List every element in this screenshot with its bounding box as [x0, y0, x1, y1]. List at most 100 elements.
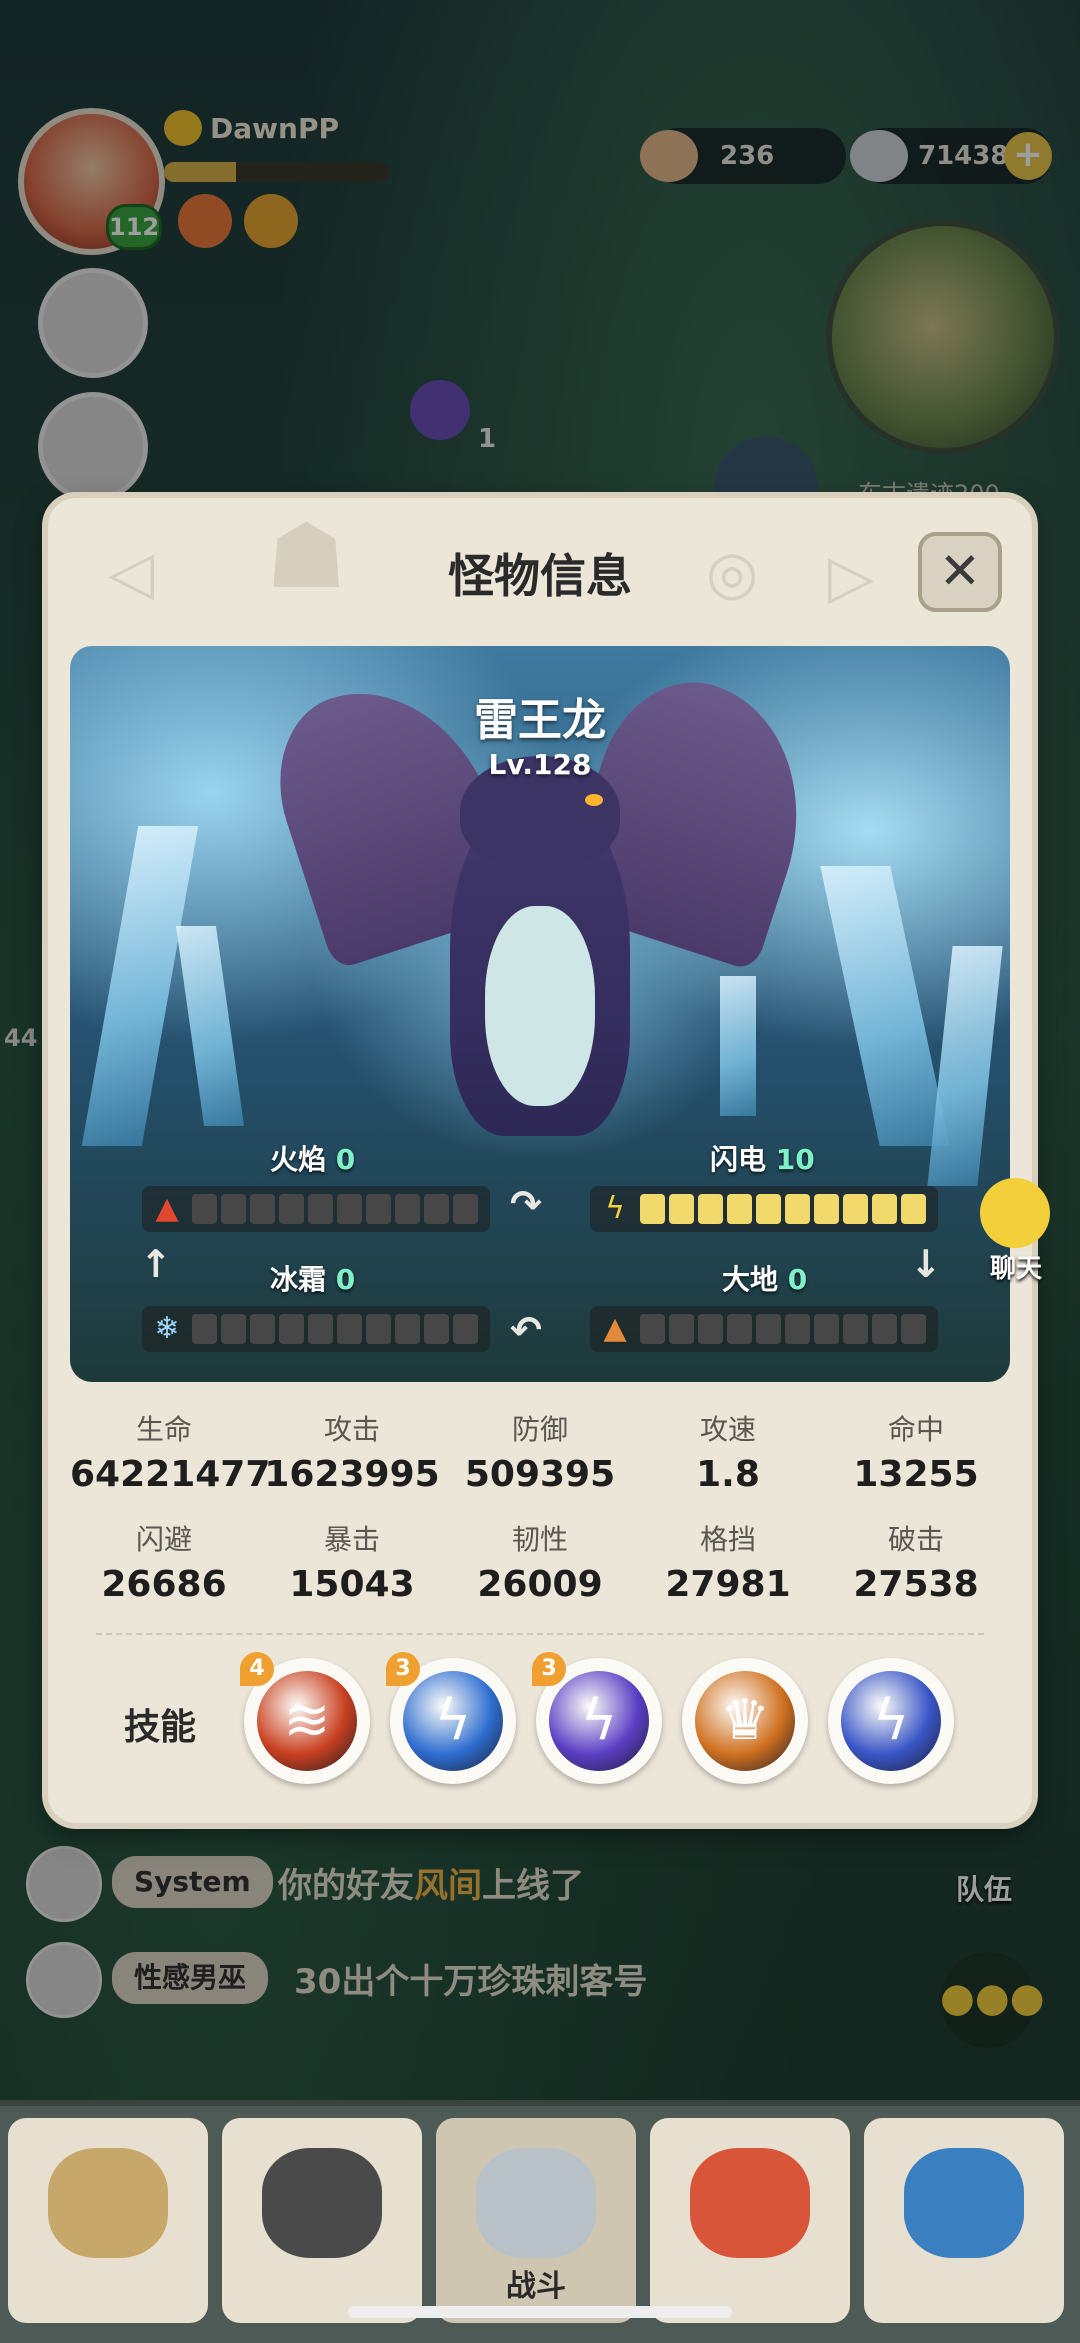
monster-info-modal: ◁ ☗ ◎ ▷ 怪物信息 ✕ 雷王龙 Lv.128 火焰 0 闪电 10 冰霜 …: [48, 498, 1032, 1823]
element-segment: [843, 1314, 868, 1344]
element-segment: [308, 1194, 333, 1224]
nav-item[interactable]: [222, 2118, 422, 2323]
stat-value: 509395: [464, 1454, 616, 1495]
skills-label: 技能: [124, 1707, 197, 1748]
element-segment: [872, 1194, 897, 1224]
cycle-arrow-icon: ↷: [510, 1182, 542, 1226]
element-segment: [640, 1194, 665, 1224]
stat-value: 26686: [101, 1564, 227, 1605]
element-segment: [337, 1194, 362, 1224]
fire-element-label: 火焰 0: [270, 1143, 356, 1176]
element-segment: [250, 1194, 275, 1224]
stat-item: 攻速 1.8: [634, 1408, 822, 1495]
element-segment: [424, 1314, 449, 1344]
skill-slot[interactable]: ♛: [682, 1658, 808, 1784]
element-segment: [366, 1314, 391, 1344]
stat-value: 1623995: [264, 1454, 440, 1495]
element-segment: [901, 1314, 926, 1344]
element-segment: [698, 1194, 723, 1224]
element-segment: [640, 1314, 665, 1344]
element-segment: [279, 1314, 304, 1344]
element-segment: [698, 1314, 723, 1344]
stat-item: 攻击 1623995: [258, 1408, 446, 1495]
element-segment: [279, 1194, 304, 1224]
stat-label: 防御: [511, 1413, 568, 1446]
skill-level-badge: 3: [386, 1652, 420, 1686]
stat-item: 闪避 26686: [70, 1518, 258, 1605]
stat-item: 破击 27538: [822, 1518, 1010, 1605]
skill-level-badge: 3: [532, 1652, 566, 1686]
skill-level-badge: 4: [240, 1652, 274, 1686]
close-button[interactable]: ✕: [918, 532, 1002, 612]
element-segment: [814, 1194, 839, 1224]
snowflake-icon: ❄: [154, 1311, 180, 1346]
crystal: [81, 826, 199, 1146]
stat-item: 命中 13255: [822, 1408, 1010, 1495]
frost-element-label: 冰霜 0: [270, 1263, 356, 1296]
skill-slot[interactable]: ϟ3: [532, 1652, 662, 1784]
crystal: [175, 926, 245, 1126]
element-segment: [785, 1194, 810, 1224]
element-segment: [669, 1314, 694, 1344]
dragon-eye: [585, 794, 603, 806]
cycle-arrow-icon: ↑: [140, 1242, 172, 1286]
element-segment: [453, 1194, 478, 1224]
stat-value: 27981: [665, 1564, 791, 1605]
crown-spike-icon: ♛: [695, 1671, 795, 1771]
stat-value: 13255: [853, 1454, 979, 1495]
skill-slot[interactable]: ≋ 4: [240, 1652, 370, 1784]
monster-level: Lv.128: [488, 748, 592, 781]
element-segment: [814, 1314, 839, 1344]
element-segment: [192, 1314, 217, 1344]
element-segment: [221, 1194, 246, 1224]
stat-label: 破击: [887, 1523, 944, 1556]
shop-icon: [904, 2148, 1024, 2258]
element-segment: [727, 1194, 752, 1224]
earth-element-bar: ▲: [590, 1306, 938, 1352]
dragon-belly: [485, 906, 595, 1106]
element-segment: [366, 1194, 391, 1224]
stat-label: 暴击: [323, 1523, 380, 1556]
stat-item: 防御 509395: [446, 1408, 634, 1495]
cycle-arrow-icon: ↶: [510, 1308, 542, 1352]
stat-label: 命中: [887, 1413, 944, 1446]
element-segment: [785, 1314, 810, 1344]
element-segment: [727, 1314, 752, 1344]
stat-item: 韧性 26009: [446, 1518, 634, 1605]
crystal: [720, 976, 756, 1116]
nav-item[interactable]: [8, 2118, 208, 2323]
chat-float-button[interactable]: 聊天: [976, 1178, 1056, 1285]
skill-slot[interactable]: ϟ: [828, 1658, 954, 1784]
stat-value: 64221477: [70, 1454, 271, 1495]
element-segment: [756, 1314, 781, 1344]
stat-item: 暴击 15043: [258, 1518, 446, 1605]
element-segment: [395, 1194, 420, 1224]
element-segment: [221, 1314, 246, 1344]
stat-value: 26009: [477, 1564, 603, 1605]
stat-value: 15043: [289, 1564, 415, 1605]
caveman-icon: [48, 2148, 168, 2258]
lightning-icon: ϟ: [605, 1191, 625, 1226]
stat-item: 格挡 27981: [634, 1518, 822, 1605]
nav-item[interactable]: 战斗: [436, 2118, 636, 2323]
element-segment: [669, 1194, 694, 1224]
mountain-icon: ▲: [603, 1311, 627, 1346]
nav-item[interactable]: [864, 2118, 1064, 2323]
element-segment: [395, 1314, 420, 1344]
element-segment: [453, 1314, 478, 1344]
chat-float-label: 聊天: [989, 1254, 1042, 1284]
fire-element-bar: ▲: [142, 1186, 490, 1232]
stat-label: 格挡: [699, 1523, 756, 1556]
stat-value: 1.8: [696, 1454, 760, 1495]
skill-slot[interactable]: ϟ3: [386, 1652, 516, 1784]
stat-label: 生命: [135, 1413, 192, 1446]
element-segment: [308, 1314, 333, 1344]
crystal: [927, 946, 1003, 1186]
lightning-element-label: 闪电 10: [710, 1143, 815, 1176]
element-segment: [424, 1194, 449, 1224]
stat-label: 攻击: [323, 1413, 380, 1446]
stat-value: 27538: [853, 1564, 979, 1605]
stat-label: 韧性: [511, 1523, 568, 1556]
nav-item[interactable]: [650, 2118, 850, 2323]
element-segment: [901, 1194, 926, 1224]
